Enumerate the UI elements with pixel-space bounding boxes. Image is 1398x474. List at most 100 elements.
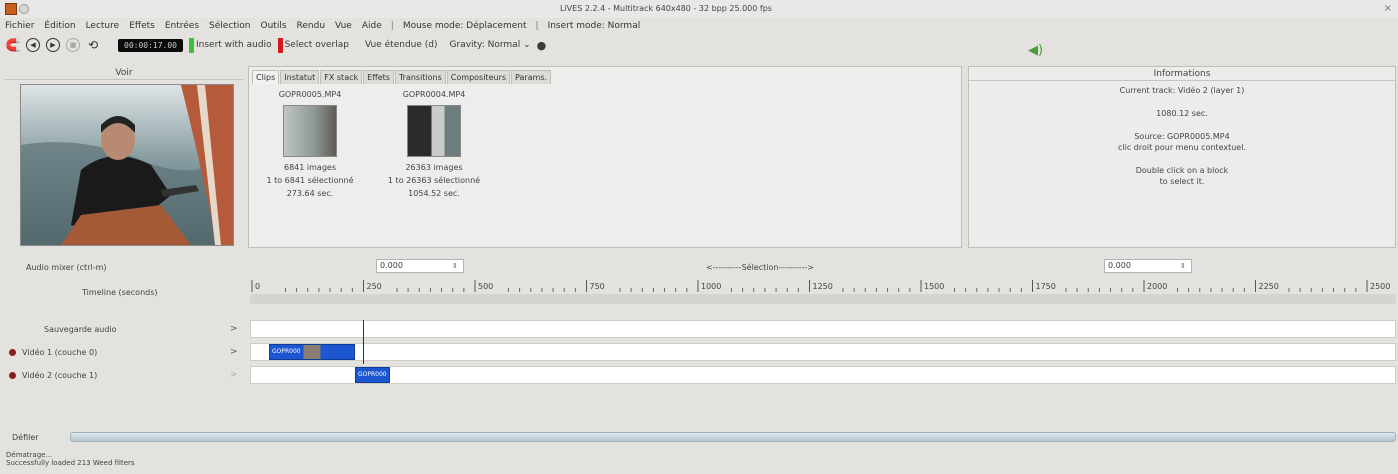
info-hint: clic droit pour menu contextuel. [1118, 143, 1246, 152]
clip-images: 6841 images [284, 163, 336, 172]
timeline-label: Timeline (seconds) [82, 288, 158, 297]
expand-chevron-icon[interactable]: > [230, 324, 238, 334]
ruler-tick-label: 1750 [1036, 282, 1056, 291]
tab-transitions[interactable]: Transitions [394, 70, 446, 84]
selection-start-input[interactable]: 0.000 [376, 259, 464, 273]
info-time: 1080.12 sec. [1156, 109, 1208, 118]
selection-start-field[interactable]: 0.000 ⇕ [376, 259, 464, 273]
selection-end-input[interactable]: 0.000 [1104, 259, 1192, 273]
speaker-icon[interactable]: ◀) [1028, 43, 1043, 58]
magnet-icon[interactable]: 🧲 [6, 38, 21, 52]
menu-selection[interactable]: Sélection [204, 19, 255, 33]
selection-end-field[interactable]: 0.000 ⇕ [1104, 259, 1192, 273]
status-line: Successfully loaded 213 Weed filters [6, 459, 135, 467]
loop-icon[interactable]: ⟲ [86, 38, 100, 52]
clips-tabs: Clips Instatut FX stack Effets Transitio… [252, 70, 552, 84]
app-logo-icon [5, 3, 17, 15]
clip-images: 26363 images [405, 163, 463, 172]
rewind-icon[interactable]: ◀ [26, 38, 40, 52]
track-video-2[interactable] [250, 366, 1396, 384]
tab-effets[interactable]: Effets [363, 70, 394, 84]
tab-params[interactable]: Params. [511, 70, 552, 84]
menu-aide[interactable]: Aide [357, 19, 387, 33]
info-source: Source: GOPR0005.MP4 [1134, 132, 1230, 141]
ruler-tick-label: 750 [590, 282, 605, 291]
menu-effets[interactable]: Effets [124, 19, 160, 33]
audio-mixer-button[interactable]: Audio mixer (ctrl-m) [26, 263, 107, 272]
expand-chevron-icon[interactable]: > [230, 370, 238, 380]
timeline-clip-block[interactable]: GOPR000 [355, 367, 390, 383]
clip-duration: 273.64 sec. [286, 189, 334, 198]
expand-chevron-icon[interactable]: > [230, 347, 238, 357]
tab-compositeurs[interactable]: Compositeurs [446, 70, 511, 84]
spin-icon[interactable]: ⇕ [1180, 262, 1186, 270]
track-label-audio[interactable]: Sauvegarde audio [44, 325, 117, 334]
select-overlap-toggle[interactable]: Select overlap [277, 37, 349, 53]
toolbar: 🧲 ◀ ▶ ■ ⟲ 00:00:17.00 Insert with audio … [6, 36, 546, 54]
timeline-ruler[interactable]: 0 250 500 750 1000 1250 1500 1750 2000 2250 2500 [250, 280, 1396, 292]
menu-bar: Fichier Édition Lecture Effets Entrées S… [0, 19, 645, 33]
gravity-label: Gravity: Normal [449, 40, 521, 50]
timeline-clip-block[interactable]: GOPR000 [269, 344, 355, 360]
information-panel: Informations Current track: Vidéo 2 (lay… [968, 66, 1396, 248]
ruler-tick-label: 2250 [1259, 282, 1279, 291]
clip-selection: 1 to 6841 sélectionné [266, 176, 354, 185]
ruler-tick-label: 1500 [924, 282, 944, 291]
menu-outils[interactable]: Outils [256, 19, 292, 33]
clip-selection: 1 to 26363 sélectionné [387, 176, 481, 185]
menu-separator: | [535, 21, 539, 31]
track-audio[interactable] [250, 320, 1396, 338]
tab-fx-stack[interactable]: FX stack [320, 70, 363, 84]
ruler-tick-label: 250 [367, 282, 382, 291]
time-display: 00:00:17.00 [118, 38, 183, 52]
ruler-tick-label: 500 [478, 282, 493, 291]
record-dot-icon[interactable] [9, 349, 16, 356]
clip-card[interactable]: GOPR0005.MP4 6841 images 1 to 6841 sélec… [252, 88, 368, 200]
menu-entrees[interactable]: Entrées [160, 19, 204, 33]
clip-name: GOPR0004.MP4 [402, 90, 466, 99]
info-current-track: Current track: Vidéo 2 (layer 1) [1119, 86, 1245, 95]
record-dot-icon[interactable] [9, 372, 16, 379]
clip-name: GOPR0005.MP4 [278, 90, 342, 99]
window-menu-icon[interactable] [19, 4, 29, 14]
ruler-band [250, 294, 1396, 304]
menu-edition[interactable]: Édition [39, 19, 80, 33]
track-label-video-1[interactable]: Vidéo 1 (couche 0) [22, 348, 97, 357]
selection-label: <----------Sélection----------> [706, 263, 815, 272]
menu-mouse-mode[interactable]: Mouse mode: Déplacement [398, 19, 532, 33]
spin-icon[interactable]: ⇕ [452, 262, 458, 270]
insert-with-audio-toggle[interactable]: Insert with audio [188, 37, 272, 53]
ruler-tick-label: 2000 [1147, 282, 1167, 291]
menu-rendu[interactable]: Rendu [292, 19, 331, 33]
info-double-click: Double click on a block [1135, 166, 1229, 175]
clip-duration: 1054.52 sec. [408, 189, 460, 198]
select-overlap-label: Select overlap [284, 40, 349, 50]
track-video-1[interactable] [250, 343, 1396, 361]
gravity-dropdown[interactable]: Gravity: Normal ⌄ [450, 40, 531, 50]
clapper-icon[interactable]: ● [537, 39, 547, 52]
preview-frame [20, 84, 234, 246]
chevron-down-icon: ⌄ [523, 40, 531, 50]
tab-clips[interactable]: Clips [252, 70, 280, 84]
tab-instatut[interactable]: Instatut [280, 70, 320, 84]
ruler-tick-label: 2500 [1370, 282, 1390, 291]
playhead[interactable] [363, 320, 364, 364]
play-icon[interactable]: ▶ [46, 38, 60, 52]
info-title: Informations [969, 67, 1395, 81]
menu-fichier[interactable]: Fichier [0, 19, 39, 33]
menu-lecture[interactable]: Lecture [81, 19, 125, 33]
insert-with-audio-label: Insert with audio [195, 40, 272, 50]
track-label-video-2[interactable]: Vidéo 2 (couche 1) [22, 371, 97, 380]
clip-card[interactable]: GOPR0004.MP4 26363 images 1 to 26363 sél… [372, 88, 496, 200]
clip-thumbnail [283, 105, 337, 157]
clip-thumbnail [407, 105, 461, 157]
window-title: LiVES 2.2.4 - Multitrack 640x480 - 32 bp… [560, 4, 772, 13]
vue-etendue-button[interactable]: Vue étendue (d) [365, 40, 438, 50]
status-log: Dématrage... Successfully loaded 213 Wee… [6, 451, 135, 467]
menu-vue[interactable]: Vue [330, 19, 357, 33]
timeline-scrollbar[interactable] [70, 432, 1396, 442]
stop-icon[interactable]: ■ [66, 38, 80, 52]
ruler-tick-label: 1250 [813, 282, 833, 291]
close-window-icon[interactable]: × [1384, 3, 1392, 14]
menu-insert-mode[interactable]: Insert mode: Normal [543, 19, 646, 33]
